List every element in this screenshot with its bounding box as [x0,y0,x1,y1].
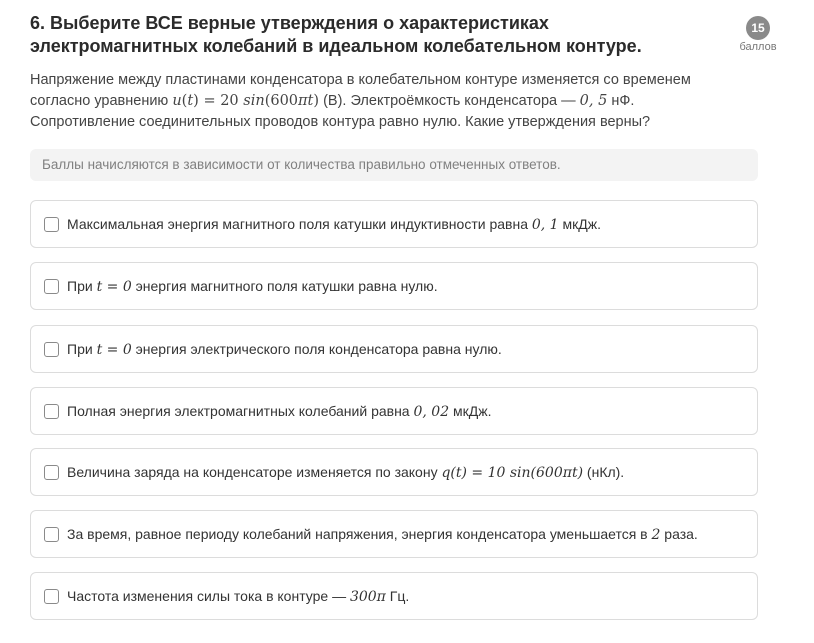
voltage-equation: u(t) = 20 sin(600πt) [172,93,319,109]
option-checkbox[interactable] [44,278,59,294]
option-label: Частота изменения силы тока в контуре — … [67,587,410,605]
question-title: 6. Выберите ВСЕ верные утверждения о хар… [30,13,642,56]
answer-option-2[interactable]: При t = 0 энергия магнитного поля катушк… [30,262,758,310]
eq-sin: sin [243,93,265,109]
option-checkbox[interactable] [44,588,59,604]
points-value: 15 [746,16,770,40]
option-label: За время, равное периоду колебаний напря… [67,525,698,543]
answer-option-5[interactable]: Величина заряда на конденсаторе изменяет… [30,448,758,496]
points-caption: баллов [739,41,777,53]
answer-option-3[interactable]: При t = 0 энергия электрического поля ко… [30,325,758,373]
eq-frequency: (600 [264,93,299,109]
option-label: При t = 0 энергия магнитного поля катушк… [67,277,438,295]
eq-u: u [172,93,182,109]
answer-option-7[interactable]: Частота изменения силы тока в контуре — … [30,572,758,620]
capacitance-value: 0, 5 [579,93,608,109]
scoring-hint: Баллы начисляются в зависимости от колич… [30,149,758,181]
answer-option-4[interactable]: Полная энергия электромагнитных колебани… [30,387,758,435]
points-badge: 15 баллов [720,16,796,53]
eq-amplitude: ) = 20 [193,93,244,109]
option-label: При t = 0 энергия электрического поля ко… [67,340,502,358]
question-text-part-2: (В). Электроёмкость конденсатора — [319,93,580,109]
answer-option-6[interactable]: За время, равное периоду колебаний напря… [30,510,758,558]
option-checkbox[interactable] [44,526,59,542]
option-label: Величина заряда на конденсаторе изменяет… [67,463,625,481]
option-label: Полная энергия электромагнитных колебани… [67,402,492,420]
option-checkbox[interactable] [44,341,59,357]
option-label: Максимальная энергия магнитного поля кат… [67,215,601,233]
option-checkbox[interactable] [44,464,59,480]
option-checkbox[interactable] [44,216,59,232]
option-checkbox[interactable] [44,403,59,419]
answer-option-1[interactable]: Максимальная энергия магнитного поля кат… [30,200,758,248]
question-text: Напряжение между пластинами конденсатора… [30,70,740,133]
eq-pi-t: πt [298,93,314,109]
